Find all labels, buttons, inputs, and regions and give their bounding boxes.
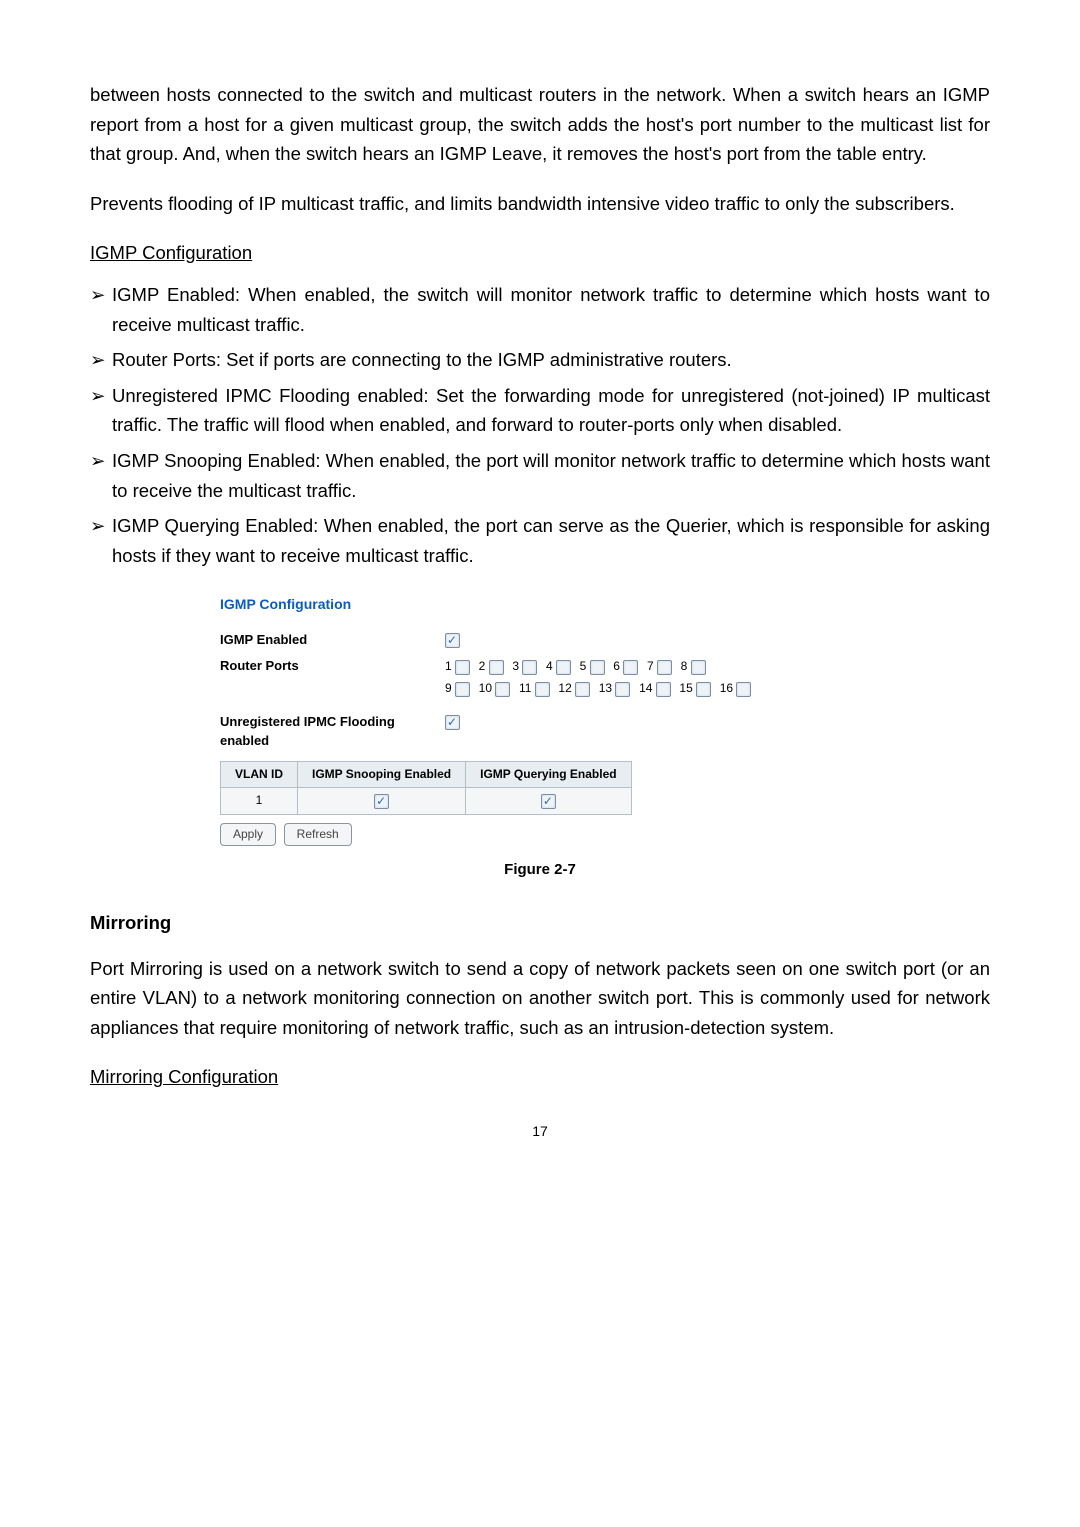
port-number: 5: [580, 659, 587, 673]
port-number: 16: [720, 681, 733, 695]
col-header-snooping: IGMP Snooping Enabled: [298, 761, 466, 787]
col-header-querying: IGMP Querying Enabled: [466, 761, 631, 787]
port-checkbox[interactable]: [590, 660, 605, 675]
refresh-button[interactable]: Refresh: [284, 823, 352, 846]
figure-caption: Figure 2-7: [90, 858, 990, 882]
bullet-item: Router Ports: Set if ports are connectin…: [90, 345, 990, 375]
port-number: 12: [558, 681, 571, 695]
port-number: 11: [519, 681, 531, 695]
bullet-item: Unregistered IPMC Flooding enabled: Set …: [90, 381, 990, 440]
port-number: 2: [479, 659, 486, 673]
label-router-ports: Router Ports: [220, 657, 445, 701]
port-checkbox[interactable]: [691, 660, 706, 675]
port-number: 1: [445, 659, 452, 673]
port-number: 14: [639, 681, 652, 695]
mirroring-paragraph: Port Mirroring is used on a network swit…: [90, 954, 990, 1043]
port-number: 7: [647, 659, 654, 673]
bullet-list: IGMP Enabled: When enabled, the switch w…: [90, 280, 990, 570]
port-checkbox[interactable]: [489, 660, 504, 675]
table-row: 1: [221, 788, 632, 814]
port-number: 13: [599, 681, 612, 695]
port-checkbox[interactable]: [556, 660, 571, 675]
port-checkbox[interactable]: [455, 682, 470, 697]
port-checkbox[interactable]: [696, 682, 711, 697]
bullet-item: IGMP Enabled: When enabled, the switch w…: [90, 280, 990, 339]
port-number: 8: [681, 659, 688, 673]
port-checkbox[interactable]: [455, 660, 470, 675]
port-number: 6: [613, 659, 620, 673]
checkbox-querying-enabled[interactable]: [541, 794, 556, 809]
section-title-igmp-config: IGMP Configuration: [90, 238, 990, 268]
port-checkbox[interactable]: [495, 682, 510, 697]
port-number: 3: [512, 659, 519, 673]
cell-vlan-id: 1: [221, 788, 298, 814]
port-checkbox[interactable]: [615, 682, 630, 697]
port-number: 9: [445, 681, 452, 695]
router-ports-grid: 1 2 3 4 5 6 7 8 9 10 11 12 13 14 15 16: [445, 657, 860, 701]
checkbox-igmp-enabled[interactable]: [445, 633, 460, 648]
port-checkbox[interactable]: [623, 660, 638, 675]
port-number: 15: [679, 681, 692, 695]
paragraph-1: between hosts connected to the switch an…: [90, 80, 990, 169]
section-title-mirroring-config: Mirroring Configuration: [90, 1062, 990, 1092]
bullet-item: IGMP Snooping Enabled: When enabled, the…: [90, 446, 990, 505]
port-number: 10: [479, 681, 492, 695]
port-checkbox[interactable]: [657, 660, 672, 675]
label-unregistered-ipmc: Unregistered IPMC Flooding enabled: [220, 713, 445, 751]
port-number: 4: [546, 659, 553, 673]
port-checkbox[interactable]: [535, 682, 550, 697]
label-igmp-enabled: IGMP Enabled: [220, 631, 445, 650]
port-checkbox[interactable]: [522, 660, 537, 675]
igmp-vlan-table: VLAN ID IGMP Snooping Enabled IGMP Query…: [220, 761, 632, 815]
paragraph-2: Prevents flooding of IP multicast traffi…: [90, 189, 990, 219]
config-title: IGMP Configuration: [220, 594, 860, 614]
bullet-item: IGMP Querying Enabled: When enabled, the…: [90, 511, 990, 570]
checkbox-snooping-enabled[interactable]: [374, 794, 389, 809]
subhead-mirroring: Mirroring: [90, 908, 990, 938]
page-number: 17: [90, 1120, 990, 1142]
port-checkbox[interactable]: [656, 682, 671, 697]
checkbox-unregistered-ipmc[interactable]: [445, 715, 460, 730]
port-checkbox[interactable]: [575, 682, 590, 697]
igmp-config-screenshot: IGMP Configuration IGMP Enabled Router P…: [220, 594, 860, 846]
port-checkbox[interactable]: [736, 682, 751, 697]
apply-button[interactable]: Apply: [220, 823, 276, 846]
col-header-vlan-id: VLAN ID: [221, 761, 298, 787]
